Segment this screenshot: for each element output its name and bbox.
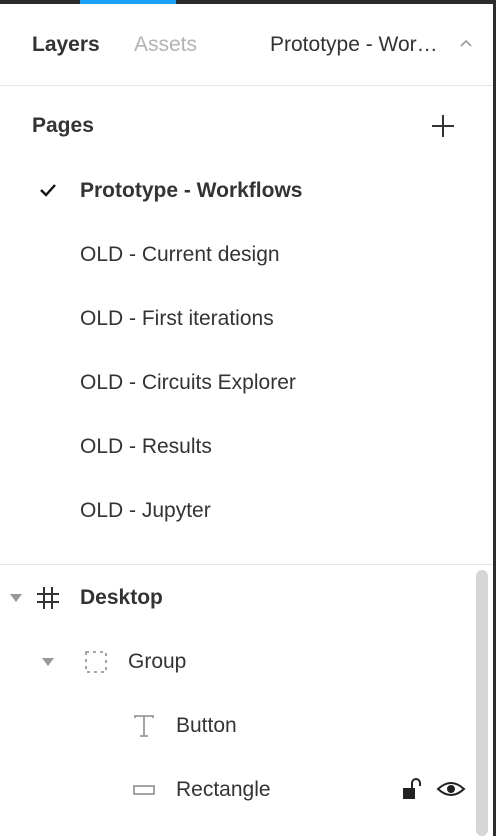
- pages-title: Pages: [32, 114, 94, 137]
- hash-icon: [37, 587, 59, 609]
- tab-layers[interactable]: Layers: [32, 32, 100, 58]
- page-item-label: OLD - Jupyter: [80, 499, 211, 522]
- page-item-prototype-workflows[interactable]: Prototype - Workflows: [0, 158, 493, 222]
- page-switcher[interactable]: Prototype - Workflows: [270, 32, 480, 58]
- layer-row-rectangle[interactable]: Rectangle: [0, 758, 470, 822]
- page-item-old-jupyter[interactable]: OLD - Jupyter: [0, 478, 493, 542]
- pages-section: Pages Prototype - Workflows OLD - Curren…: [0, 87, 493, 565]
- page-item-label: OLD - Circuits Explorer: [80, 371, 296, 394]
- layers-scrollbar[interactable]: [476, 570, 488, 836]
- panel-tabs: Layers Assets Prototype - Workflows: [0, 4, 493, 86]
- text-t-icon: [134, 715, 154, 737]
- page-item-old-results[interactable]: OLD - Results: [0, 414, 493, 478]
- layer-label: Button: [176, 714, 237, 737]
- layer-row-desktop[interactable]: Desktop: [0, 566, 470, 630]
- page-item-label: OLD - Current design: [80, 243, 280, 266]
- caret-down-icon[interactable]: [41, 657, 55, 667]
- page-item-old-circuits-explorer[interactable]: OLD - Circuits Explorer: [0, 350, 493, 414]
- unlock-icon[interactable]: [400, 776, 426, 802]
- layer-label: Desktop: [80, 586, 163, 609]
- layer-row-actions: [400, 774, 468, 804]
- page-switcher-label: Prototype - Workflows: [270, 33, 448, 56]
- page-item-old-first-iterations[interactable]: OLD - First iterations: [0, 286, 493, 350]
- page-item-label: OLD - Results: [80, 435, 212, 458]
- layer-label: Group: [128, 650, 187, 673]
- tab-assets[interactable]: Assets: [134, 32, 197, 58]
- page-item-old-current-design[interactable]: OLD - Current design: [0, 222, 493, 286]
- layers-tree: Desktop Group Button Rectangle: [0, 566, 493, 836]
- dashed-square-icon: [85, 651, 107, 673]
- plus-icon[interactable]: [428, 111, 458, 141]
- layer-row-button[interactable]: Button: [0, 694, 470, 758]
- rectangle-icon: [133, 785, 155, 795]
- layer-row-group[interactable]: Group: [0, 630, 470, 694]
- eye-icon[interactable]: [436, 776, 466, 802]
- layers-panel: Layers Assets Prototype - Workflows Page…: [0, 0, 496, 836]
- caret-down-icon[interactable]: [9, 593, 23, 603]
- check-icon: [40, 184, 56, 197]
- chevron-up-icon: [460, 39, 472, 47]
- layer-label: Rectangle: [176, 778, 271, 801]
- page-item-label: OLD - First iterations: [80, 307, 274, 330]
- page-item-label: Prototype - Workflows: [80, 179, 303, 202]
